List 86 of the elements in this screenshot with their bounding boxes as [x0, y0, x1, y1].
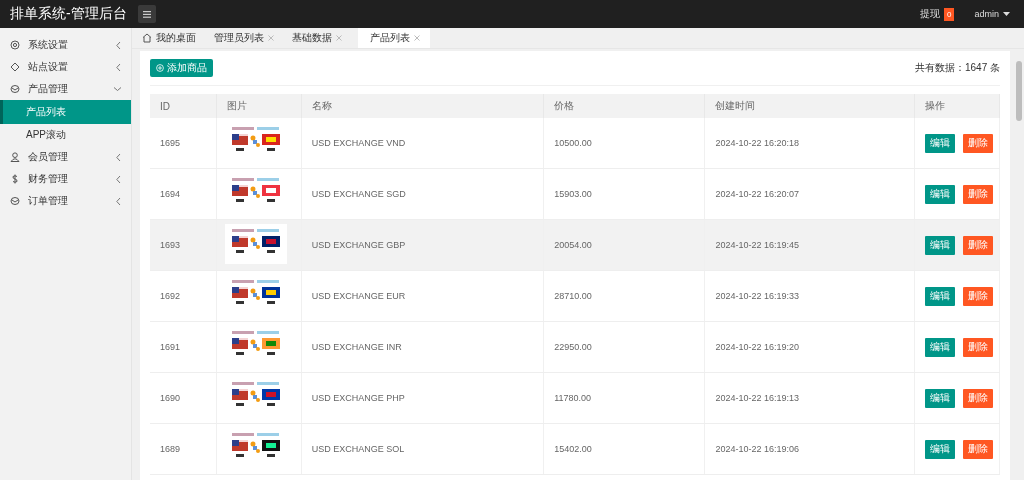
- tab[interactable]: 管理员列表: [212, 28, 284, 48]
- table-cell: 2024-10-22 16:20:18: [704, 118, 915, 169]
- chevron-left-icon: [116, 63, 121, 71]
- edit-button[interactable]: 编辑: [924, 388, 955, 408]
- table-cell: 22950.00: [543, 321, 705, 373]
- table-cell: 10500.00: [543, 118, 705, 169]
- table-row[interactable]: 1692 USD EXCHANGE EUR 28710.00 2024-10-22 16:19:33 编辑 删除: [150, 270, 1000, 322]
- table-cell: USD EXCHANGE SGD: [301, 168, 544, 220]
- table-row[interactable]: 1695 USD EXCHANGE VND 10500.00 2024-10-22 16:20:18 编辑 删除: [150, 118, 1000, 169]
- close-icon: [414, 35, 420, 41]
- column-header: 名称: [301, 94, 544, 118]
- table-cell: 1693: [150, 219, 217, 271]
- withdraw-link[interactable]: 提现: [920, 7, 941, 21]
- sidebar-item[interactable]: 站点设置: [0, 56, 131, 78]
- close-icon: [336, 35, 342, 41]
- column-header: 创建时间: [704, 94, 915, 118]
- chevron-left-icon: [116, 41, 121, 49]
- edit-button[interactable]: 编辑: [924, 184, 955, 204]
- sidebar-item[interactable]: 会员管理: [0, 146, 131, 168]
- table-cell: 20054.00: [543, 219, 705, 271]
- table-cell: USD EXCHANGE SOL: [301, 423, 544, 475]
- table-cell: 2024-10-22 16:19:33: [704, 270, 915, 322]
- table-cell: 1690: [150, 372, 217, 424]
- table-cell: 1694: [150, 168, 217, 220]
- chevron-left-icon: [116, 175, 121, 183]
- table-cell: 28710.00: [543, 270, 705, 322]
- column-header: 价格: [543, 94, 705, 118]
- count-badge: 0: [944, 7, 955, 21]
- table-cell: 2024-10-22 16:19:20: [704, 321, 915, 373]
- table-cell: 15903.00: [543, 168, 705, 220]
- table-cell: 2024-10-22 16:19:45: [704, 219, 915, 271]
- diamond-icon: [10, 62, 20, 72]
- edit-button[interactable]: 编辑: [924, 235, 955, 255]
- table-cell: 15402.00: [543, 423, 705, 475]
- chevron-left-icon: [116, 153, 121, 161]
- column-header: ID: [150, 94, 217, 118]
- user-icon: [10, 152, 20, 162]
- chevron-left-icon: [116, 197, 121, 205]
- sidebar-item[interactable]: 订单管理: [0, 190, 131, 212]
- table-row[interactable]: 1690 USD EXCHANGE PHP 11780.00 2024-10-22 16:19:13 编辑 删除: [150, 372, 1000, 424]
- tab[interactable]: 基础数据: [290, 28, 352, 48]
- sidebar-subitem[interactable]: APP滚动: [0, 124, 131, 146]
- column-header: 图片: [216, 94, 302, 118]
- table-cell: 2024-10-22 16:19:13: [704, 372, 915, 424]
- cube-icon: [10, 196, 20, 206]
- home-icon: [142, 33, 152, 43]
- table-cell: 1691: [150, 321, 217, 373]
- tab[interactable]: 我的桌面: [140, 28, 206, 48]
- sidebar-subitem[interactable]: 产品列表: [0, 100, 131, 124]
- table-cell: USD EXCHANGE GBP: [301, 219, 544, 271]
- cube-icon: [10, 84, 20, 94]
- total-count: 共有数据：1647 条: [914, 61, 1000, 75]
- table-cell: 2024-10-22 16:19:06: [704, 423, 915, 475]
- edit-button[interactable]: 编辑: [924, 337, 955, 357]
- dollar-icon: [10, 174, 20, 184]
- menu-icon: [143, 10, 151, 18]
- table-row[interactable]: 1691 USD EXCHANGE INR 22950.00 2024-10-22 16:19:20 编辑 删除: [150, 321, 1000, 373]
- menu-button[interactable]: [138, 5, 156, 23]
- app-title: 排单系统-管理后台: [9, 5, 128, 23]
- table-cell: 11780.00: [543, 372, 705, 424]
- add-product-button[interactable]: 添加商品: [150, 59, 213, 77]
- table-cell: 1695: [150, 118, 217, 169]
- table-cell: USD EXCHANGE VND: [301, 118, 544, 169]
- table-cell: 1689: [150, 423, 217, 475]
- chevron-down-icon: [114, 87, 121, 91]
- edit-button[interactable]: 编辑: [924, 439, 955, 459]
- sidebar-item[interactable]: 财务管理: [0, 168, 131, 190]
- table-cell: USD EXCHANGE PHP: [301, 372, 544, 424]
- sidebar-item[interactable]: 系统设置: [0, 34, 131, 56]
- table-row[interactable]: 1693 USD EXCHANGE GBP 20054.00 2024-10-22 16:19:45 编辑 删除: [150, 219, 1000, 271]
- tab[interactable]: 产品列表: [358, 28, 430, 48]
- edit-button[interactable]: 编辑: [924, 133, 955, 153]
- column-header: 操作: [914, 94, 1000, 118]
- user-menu[interactable]: admin: [974, 9, 1010, 19]
- close-icon: [268, 35, 274, 41]
- table-cell: 1692: [150, 270, 217, 322]
- sidebar-item[interactable]: 产品管理: [0, 78, 131, 100]
- table-row[interactable]: 1689 USD EXCHANGE SOL 15402.00 2024-10-22 16:19:06 编辑 删除: [150, 423, 1000, 475]
- table-cell: USD EXCHANGE EUR: [301, 270, 544, 322]
- table-cell: USD EXCHANGE INR: [301, 321, 544, 373]
- caret-icon: [1003, 12, 1010, 16]
- plus-circle-icon: [156, 64, 164, 72]
- gear-icon: [10, 40, 20, 50]
- edit-button[interactable]: 编辑: [924, 286, 955, 306]
- table-row[interactable]: 1694 USD EXCHANGE SGD 15903.00 2024-10-22 16:20:07 编辑 删除: [150, 168, 1000, 220]
- table-cell: 2024-10-22 16:20:07: [704, 168, 915, 220]
